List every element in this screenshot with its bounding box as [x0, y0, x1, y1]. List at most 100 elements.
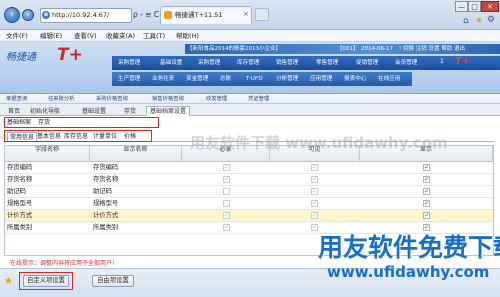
- shortcut-1[interactable]: 往来账分析: [48, 94, 75, 104]
- archive-selector-value[interactable]: 存货: [38, 118, 50, 127]
- nav2-item-6[interactable]: 应用管理: [310, 73, 332, 85]
- field-name-cell: 所属类别: [7, 224, 33, 231]
- field-name-cell: 存货编码: [7, 164, 33, 171]
- editable-checkbox: ✓: [311, 224, 318, 231]
- col-header-display: 显示名称: [90, 146, 182, 162]
- display-name-cell[interactable]: 存货名称: [93, 174, 118, 185]
- minimize-button[interactable]: —: [455, 1, 468, 12]
- maximize-button[interactable]: □: [468, 1, 481, 12]
- editable-checkbox: ✓: [311, 164, 318, 171]
- new-tab-button[interactable]: [255, 8, 269, 21]
- tab-base-settings[interactable]: 基础设置: [78, 106, 110, 116]
- tab-base-archive-settings[interactable]: 基础档案设置: [146, 106, 191, 116]
- field-name-cell: 规格型号: [7, 200, 33, 207]
- nav2-item-4[interactable]: T-UFO: [246, 73, 263, 85]
- nav1-item-7[interactable]: 会员管理: [395, 57, 417, 69]
- shortcut-3[interactable]: 销售价格查询: [152, 94, 184, 104]
- tab-inventory[interactable]: 存货: [120, 106, 140, 116]
- table-row[interactable]: 助记码 助记码 ✓ ✓: [5, 186, 493, 198]
- required-checkbox: [223, 200, 230, 207]
- show-checkbox[interactable]: ✓: [423, 188, 430, 195]
- menu-file[interactable]: 文件(F): [6, 30, 28, 42]
- nav2-item-2[interactable]: 资金管理: [186, 73, 208, 85]
- show-checkbox[interactable]: ✓: [423, 176, 430, 183]
- shortcut-5[interactable]: 凭证管理: [248, 94, 269, 104]
- free-item-settings-button[interactable]: 自由项设置: [92, 275, 134, 287]
- nav2-item-8[interactable]: 在线应用: [378, 73, 400, 85]
- shortcut-2[interactable]: 采购价格查询: [96, 94, 128, 104]
- menu-edit[interactable]: 编辑(E): [40, 30, 62, 42]
- status-indicator: 1: [440, 58, 444, 65]
- watermark-center: 用友软件下载 www.ufidawhy.com: [190, 134, 448, 152]
- window-controls: — □ ✕: [455, 1, 500, 13]
- table-row[interactable]: 规格型号 规格型号 ✓ ✓: [5, 198, 493, 210]
- tab-unit[interactable]: 计量单位: [91, 132, 119, 141]
- shortcut-0[interactable]: 单据查询: [6, 94, 27, 104]
- back-arrow-icon[interactable]: ‹: [4, 7, 20, 23]
- menu-tools[interactable]: 工具(T): [143, 30, 165, 42]
- browser-tab-title: 畅捷通T+11.51: [175, 11, 223, 19]
- display-name-cell[interactable]: 计价方式: [93, 210, 118, 221]
- archive-selector-label: 基础档案: [7, 119, 32, 126]
- show-checkbox[interactable]: ✓: [423, 212, 430, 219]
- app-logo-mark: T+: [57, 45, 83, 65]
- nav1-item-2[interactable]: 采购管理: [198, 57, 220, 69]
- header-actions[interactable]: ! 切换 注销 设置 帮助 退出: [399, 44, 465, 54]
- nav2-item-0[interactable]: 生产管理: [118, 73, 140, 85]
- required-checkbox: [223, 188, 230, 195]
- nav2-item-5[interactable]: 分析管理: [276, 73, 298, 85]
- tab-price[interactable]: 价格: [122, 132, 138, 141]
- tab-favicon-icon: [164, 11, 172, 19]
- menu-view[interactable]: 查看(V): [74, 30, 97, 42]
- field-name-cell: 存货名称: [7, 176, 33, 183]
- browser-tab[interactable]: 畅捷通T+11.51: [160, 6, 252, 24]
- account-code: 【001】: [337, 46, 359, 52]
- nav2-item-7[interactable]: 报表中心: [344, 73, 366, 85]
- gear-icon[interactable]: ⚙: [487, 15, 495, 25]
- address-url: http://10.92.4.67/: [52, 11, 110, 19]
- required-checkbox: ✓: [223, 164, 230, 171]
- field-name-cell: 助记码: [7, 188, 26, 195]
- editable-checkbox: ✓: [311, 176, 318, 183]
- company-info: 【新阳食品2014的账套2013小企业】: [187, 46, 281, 52]
- menu-help[interactable]: 帮助(H): [176, 30, 199, 42]
- tab-home[interactable]: 首页: [4, 106, 24, 116]
- nav1-item-5[interactable]: 零售管理: [316, 57, 338, 69]
- display-name-cell[interactable]: 所属类别: [93, 222, 118, 233]
- star-icon: ★: [4, 276, 13, 287]
- required-checkbox: ✓: [223, 224, 230, 231]
- table-row[interactable]: 存货名称 存货名称 ✓ ✓ ✓: [5, 174, 493, 186]
- table-row[interactable]: 计价方式 计价方式 ✓ ✓ ✓: [5, 210, 493, 222]
- forward-arrow-icon[interactable]: ›: [22, 9, 34, 21]
- tab-stock-info[interactable]: 库存信息: [62, 132, 90, 141]
- close-window-button[interactable]: ✕: [481, 1, 499, 12]
- tab-basic-info[interactable]: 基本信息: [35, 132, 63, 141]
- nav1-item-6[interactable]: 促销管理: [356, 57, 378, 69]
- shortcut-4[interactable]: 收发管理: [206, 94, 227, 104]
- tab-close-icon[interactable]: ×: [243, 6, 249, 23]
- address-bar[interactable]: http://10.92.4.67/: [40, 8, 132, 23]
- col-header-field: 字段名称: [5, 146, 90, 162]
- show-checkbox[interactable]: ✓: [423, 200, 430, 207]
- nav1-item-3[interactable]: 库存管理: [237, 57, 259, 69]
- menu-favorites[interactable]: 收藏夹(A): [106, 30, 135, 42]
- editable-checkbox: ✓: [311, 188, 318, 195]
- display-name-cell[interactable]: 助记码: [93, 186, 112, 197]
- editable-checkbox: ✓: [311, 212, 318, 219]
- table-row[interactable]: 存货编码 存货编码 ✓ ✓ ✓: [5, 162, 493, 174]
- custom-item-settings-button[interactable]: 自定义项设置: [23, 275, 69, 287]
- nav1-item-1[interactable]: 基础设置: [160, 57, 182, 69]
- favorites-star-icon[interactable]: ★: [475, 16, 483, 26]
- tab-common-info[interactable]: 常用信息: [7, 132, 38, 141]
- info-strip: 【新阳食品2014的账套2013小企业】 【001】 2014-06-17 ! …: [185, 44, 500, 54]
- display-name-cell[interactable]: 规格型号: [93, 198, 118, 209]
- online-hint: 在线提示：调整内容将应用于全部用户!: [10, 260, 115, 267]
- nav1-item-4[interactable]: 销售管理: [276, 57, 298, 69]
- nav2-item-1[interactable]: 业务往来: [152, 73, 174, 85]
- nav1-item-0[interactable]: 采购管理: [118, 57, 140, 69]
- home-icon[interactable]: ⌂: [463, 16, 469, 26]
- show-checkbox[interactable]: ✓: [423, 164, 430, 171]
- display-name-cell[interactable]: 存货编码: [93, 162, 118, 173]
- tab-init-guide[interactable]: 初始化导航: [26, 106, 64, 116]
- nav2-item-3[interactable]: 总账: [220, 73, 231, 85]
